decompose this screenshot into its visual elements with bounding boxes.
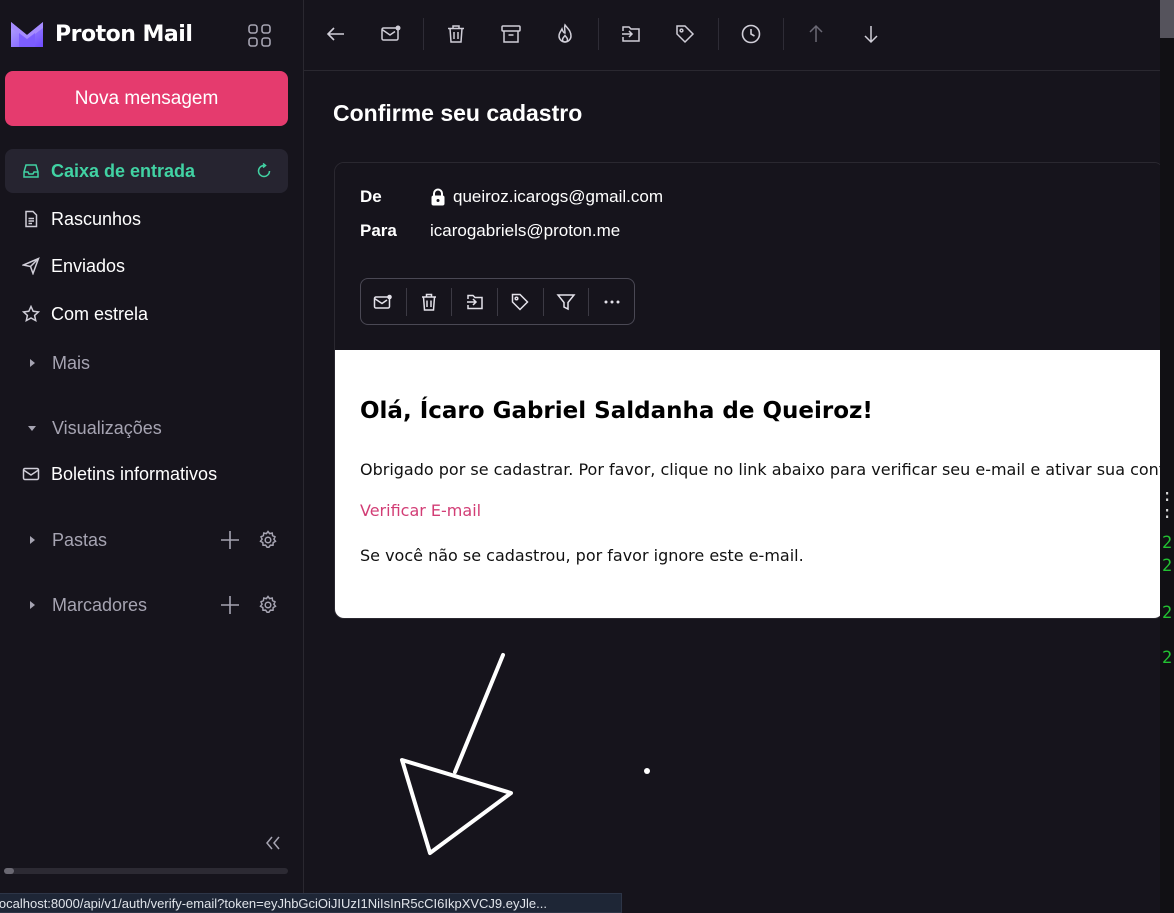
terminal-char: 2 <box>1162 648 1173 668</box>
email-paragraph: Se você não se cadastrou, por favor igno… <box>360 546 804 565</box>
toolbar-separator <box>783 18 784 50</box>
lock-icon <box>431 188 445 206</box>
caret-right-icon <box>30 536 35 544</box>
mark-unread-icon[interactable] <box>379 22 403 46</box>
terminal-char: : <box>1162 503 1173 523</box>
trash-icon[interactable] <box>407 279 452 324</box>
sidebar-scrollbar[interactable] <box>4 868 288 874</box>
collapse-sidebar-icon[interactable] <box>264 834 282 852</box>
message-body: Olá, Ícaro Gabriel Saldanha de Queiroz! … <box>335 350 1164 618</box>
more-icon[interactable] <box>589 279 634 324</box>
labels-settings-icon[interactable] <box>258 595 278 615</box>
message-card: De queiroz.icarogs@gmail.com Para icarog… <box>334 162 1164 619</box>
sidebar-folders-toggle[interactable]: Pastas <box>5 520 288 560</box>
caret-right-icon <box>30 359 35 367</box>
to-row: Para icarogabriels@proton.me <box>360 221 620 241</box>
logo-text: Proton Mail <box>55 21 193 47</box>
folders-label: Pastas <box>52 529 108 550</box>
sent-icon <box>22 257 40 275</box>
previous-icon[interactable] <box>804 22 828 46</box>
to-label: Para <box>360 221 397 240</box>
sidebar-more-toggle[interactable]: Mais <box>5 343 288 383</box>
next-icon[interactable] <box>859 22 883 46</box>
mark-unread-icon[interactable] <box>361 279 406 324</box>
terminal-char: 2 <box>1162 603 1173 623</box>
label-icon[interactable] <box>673 22 697 46</box>
from-label: De <box>360 187 382 206</box>
toolbar-separator <box>718 18 719 50</box>
message-header: De queiroz.icarogs@gmail.com Para icarog… <box>335 163 1163 350</box>
archive-icon[interactable] <box>499 22 523 46</box>
sidebar-scrollbar-thumb[interactable] <box>4 868 14 874</box>
background-terminal-edge: : : 2 2 2 2 <box>1160 0 1174 913</box>
snooze-icon[interactable] <box>739 22 763 46</box>
message-subject: Confirme seu cadastro <box>333 100 583 126</box>
sidebar-labels-toggle[interactable]: Marcadores <box>5 585 288 625</box>
caret-down-icon <box>28 426 36 431</box>
sidebar-views-toggle[interactable]: Visualizações <box>5 408 288 448</box>
link-status-bar: localhost:8000/api/v1/auth/verify-email?… <box>0 893 622 913</box>
sidebar-item-starred[interactable]: Com estrela <box>5 292 288 336</box>
sidebar-item-inbox[interactable]: Caixa de entrada <box>5 149 288 193</box>
sidebar-item-label: Rascunhos <box>51 208 142 229</box>
toolbar-separator <box>423 18 424 50</box>
message-toolbar <box>304 0 1160 71</box>
to-address[interactable]: icarogabriels@proton.me <box>430 221 620 241</box>
terminal-char: 2 <box>1162 533 1173 553</box>
envelope-icon <box>22 465 40 483</box>
verify-email-link[interactable]: Verificar E-mail <box>360 501 481 520</box>
spam-icon[interactable] <box>553 22 577 46</box>
drafts-icon <box>22 210 40 228</box>
email-paragraph: Obrigado por se cadastrar. Por favor, cl… <box>360 460 1164 479</box>
move-icon[interactable] <box>619 22 643 46</box>
inbox-icon <box>22 162 40 180</box>
caret-right-icon <box>30 601 35 609</box>
sidebar-item-sent[interactable]: Enviados <box>5 244 288 288</box>
sidebar-divider <box>303 0 304 913</box>
more-label: Mais <box>52 352 91 373</box>
toolbar-separator <box>598 18 599 50</box>
sidebar-item-newsletters[interactable]: Boletins informativos <box>5 452 288 496</box>
add-label-icon[interactable] <box>220 595 240 615</box>
sidebar-item-label: Boletins informativos <box>51 463 218 484</box>
sidebar-item-label: Com estrela <box>51 303 149 324</box>
scrollbar-thumb[interactable] <box>1160 0 1174 38</box>
refresh-icon[interactable] <box>255 162 273 180</box>
trash-icon[interactable] <box>444 22 468 46</box>
email-greeting: Olá, Ícaro Gabriel Saldanha de Queiroz! <box>360 398 873 424</box>
sidebar-item-label: Enviados <box>51 255 126 276</box>
sidebar-item-drafts[interactable]: Rascunhos <box>5 197 288 241</box>
move-icon[interactable] <box>452 279 497 324</box>
compose-button[interactable]: Nova mensagem <box>5 71 288 126</box>
proton-logo-icon <box>11 22 43 47</box>
labels-label: Marcadores <box>52 594 148 615</box>
apps-grid-icon[interactable] <box>246 22 274 50</box>
from-address[interactable]: queiroz.icarogs@gmail.com <box>453 187 663 207</box>
message-actions <box>360 278 635 325</box>
filter-icon[interactable] <box>544 279 589 324</box>
star-icon <box>22 305 40 323</box>
views-label: Visualizações <box>52 417 162 438</box>
sidebar: Proton Mail Nova mensagem Caixa de entra… <box>0 0 303 913</box>
terminal-char: 2 <box>1162 556 1173 576</box>
from-row: De queiroz.icarogs@gmail.com <box>360 187 663 207</box>
logo[interactable]: Proton Mail <box>9 17 193 51</box>
status-url: localhost:8000/api/v1/auth/verify-email?… <box>0 895 547 911</box>
back-icon[interactable] <box>324 22 348 46</box>
folders-settings-icon[interactable] <box>258 530 278 550</box>
label-icon[interactable] <box>498 279 543 324</box>
add-folder-icon[interactable] <box>220 530 240 550</box>
sidebar-item-label: Caixa de entrada <box>51 160 196 181</box>
from-value-wrap: queiroz.icarogs@gmail.com <box>430 187 663 207</box>
